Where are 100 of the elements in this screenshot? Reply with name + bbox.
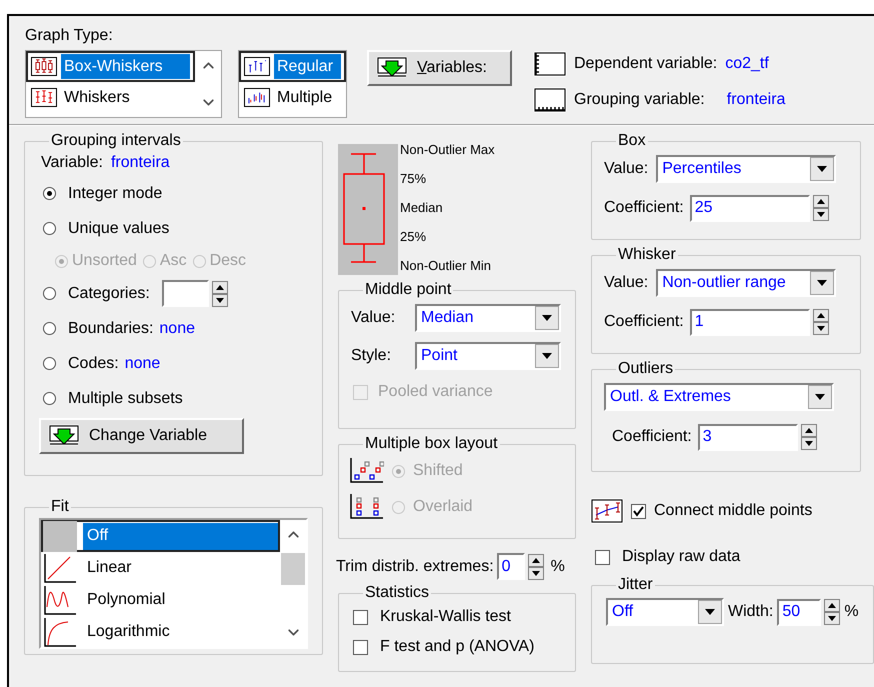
field-label: Width: (728, 602, 774, 622)
up-triangle-icon (828, 603, 836, 608)
option-label: Unique values (68, 218, 170, 238)
group-title: Jitter (617, 576, 654, 594)
value-dropdown[interactable]: Outl. & Extremes (604, 383, 834, 411)
option-label: Integer mode (68, 184, 162, 204)
up-triangle-icon (804, 428, 813, 433)
list-item[interactable]: Off (41, 520, 280, 552)
scrollbar-thumb[interactable] (281, 552, 305, 584)
number-field[interactable]: 1 (690, 308, 810, 336)
action-button[interactable]: Change Variable (39, 418, 244, 454)
radio-button[interactable] (43, 392, 56, 405)
checkbox[interactable] (353, 640, 368, 654)
radio-button[interactable] (43, 222, 56, 235)
option-label: Codes: (68, 354, 119, 374)
variable-value: fronteira (726, 90, 786, 110)
checkbox[interactable] (595, 550, 610, 564)
value-dropdown[interactable]: Off (606, 598, 724, 626)
list-item[interactable]: Multiple (239, 82, 346, 113)
list-item[interactable]: Logarithmic (41, 616, 280, 648)
spin-up-button[interactable] (212, 280, 228, 294)
number-field[interactable]: 0 (496, 553, 525, 580)
fit-curve-icon (43, 552, 77, 584)
radio-button[interactable] (43, 357, 56, 370)
spin-up-button[interactable] (812, 195, 829, 208)
group-title: Box (617, 132, 647, 150)
list-item[interactable]: Regular (239, 51, 346, 82)
number-field[interactable]: 25 (690, 194, 810, 222)
number-field[interactable]: 3 (698, 424, 798, 450)
fit-list[interactable]: Off Linear Polynomial Logarithmic (39, 518, 308, 649)
list-item[interactable]: Whiskers (26, 82, 195, 113)
group-title: Grouping intervals (50, 132, 182, 150)
spin-down-button[interactable] (528, 566, 544, 580)
spin-up-button[interactable] (812, 309, 829, 322)
value-dropdown[interactable]: Point (415, 342, 561, 370)
field-label: Trim distrib. extremes: (336, 556, 494, 576)
legend-label: Median (400, 200, 444, 215)
spin-down-button[interactable] (812, 208, 829, 221)
checkbox-label: Kruskal-Wallis test (380, 607, 511, 627)
box-layout-icon (350, 458, 384, 484)
spin-up-button[interactable] (528, 554, 544, 566)
group-title: Fit (50, 498, 70, 516)
field-label: Value: (604, 159, 648, 179)
down-triangle-icon (804, 441, 813, 446)
list-item[interactable]: Box-Whiskers (26, 51, 195, 82)
field-label: Dependent variable: (574, 54, 718, 74)
value-dropdown[interactable]: Non-outlier range (656, 269, 836, 297)
down-triangle-icon (828, 616, 836, 621)
field-label: Value: (351, 308, 396, 328)
spin-down-button[interactable] (800, 437, 817, 450)
field-label: Value: (604, 273, 648, 293)
legend-label: Non-Outlier Min (400, 258, 492, 273)
unit-label: % (550, 556, 565, 576)
dropdown-arrow-icon (542, 315, 552, 321)
option-label: Shifted (413, 461, 463, 481)
legend-label: Non-Outlier Max (400, 142, 495, 157)
value-dropdown[interactable]: Median (415, 304, 561, 332)
spin-down-button[interactable] (824, 612, 840, 625)
option-label: Overlaid (413, 497, 473, 517)
radio-button[interactable] (43, 322, 56, 335)
down-triangle-icon (216, 298, 224, 302)
number-field[interactable] (162, 280, 209, 307)
up-triangle-icon (216, 284, 224, 290)
chart-type-icon (31, 88, 57, 107)
spin-down-button[interactable] (212, 294, 228, 306)
fit-curve-icon (43, 584, 77, 616)
field-label: Coefficient: (604, 312, 684, 332)
dropdown-arrow-icon (542, 353, 552, 359)
value-dropdown[interactable]: Percentiles (656, 155, 836, 183)
axis-ticks-icon (534, 88, 566, 112)
variable-arrow-icon (49, 425, 79, 447)
list-item[interactable]: Polynomial (41, 584, 280, 616)
action-button[interactable]: Variables: (367, 50, 512, 86)
graph-style-list[interactable]: Regular Multiple (238, 50, 347, 118)
chart-type-icon (244, 57, 270, 76)
option-label: Desc (210, 251, 246, 271)
number-field[interactable]: 50 (777, 598, 822, 626)
spin-up-button[interactable] (824, 599, 840, 612)
group-title: Multiple box layout (364, 435, 499, 453)
up-triangle-icon (532, 558, 540, 562)
checkbox-label: Pooled variance (378, 382, 493, 402)
down-triangle-icon (816, 326, 825, 331)
checkbox[interactable] (631, 504, 646, 518)
checkbox[interactable] (353, 610, 368, 624)
variable-value: co2_tf (725, 54, 769, 74)
spin-up-button[interactable] (800, 424, 817, 437)
box-layout-icon (350, 494, 384, 520)
option-value: none (124, 354, 160, 374)
legend-label: 75% (400, 171, 428, 186)
graph-type-list[interactable]: Box-Whiskers Whiskers (25, 50, 222, 118)
radio-button[interactable] (43, 187, 56, 200)
option-label: Asc (160, 251, 187, 271)
spin-down-button[interactable] (812, 322, 829, 335)
fit-curve-icon (43, 616, 77, 648)
down-triangle-icon (532, 570, 540, 576)
radio-button[interactable] (43, 287, 56, 300)
dropdown-arrow-icon (705, 609, 715, 615)
checkbox-label: F test and p (ANOVA) (380, 637, 534, 657)
dropdown-arrow-icon (817, 280, 828, 286)
list-item[interactable]: Linear (41, 552, 280, 584)
